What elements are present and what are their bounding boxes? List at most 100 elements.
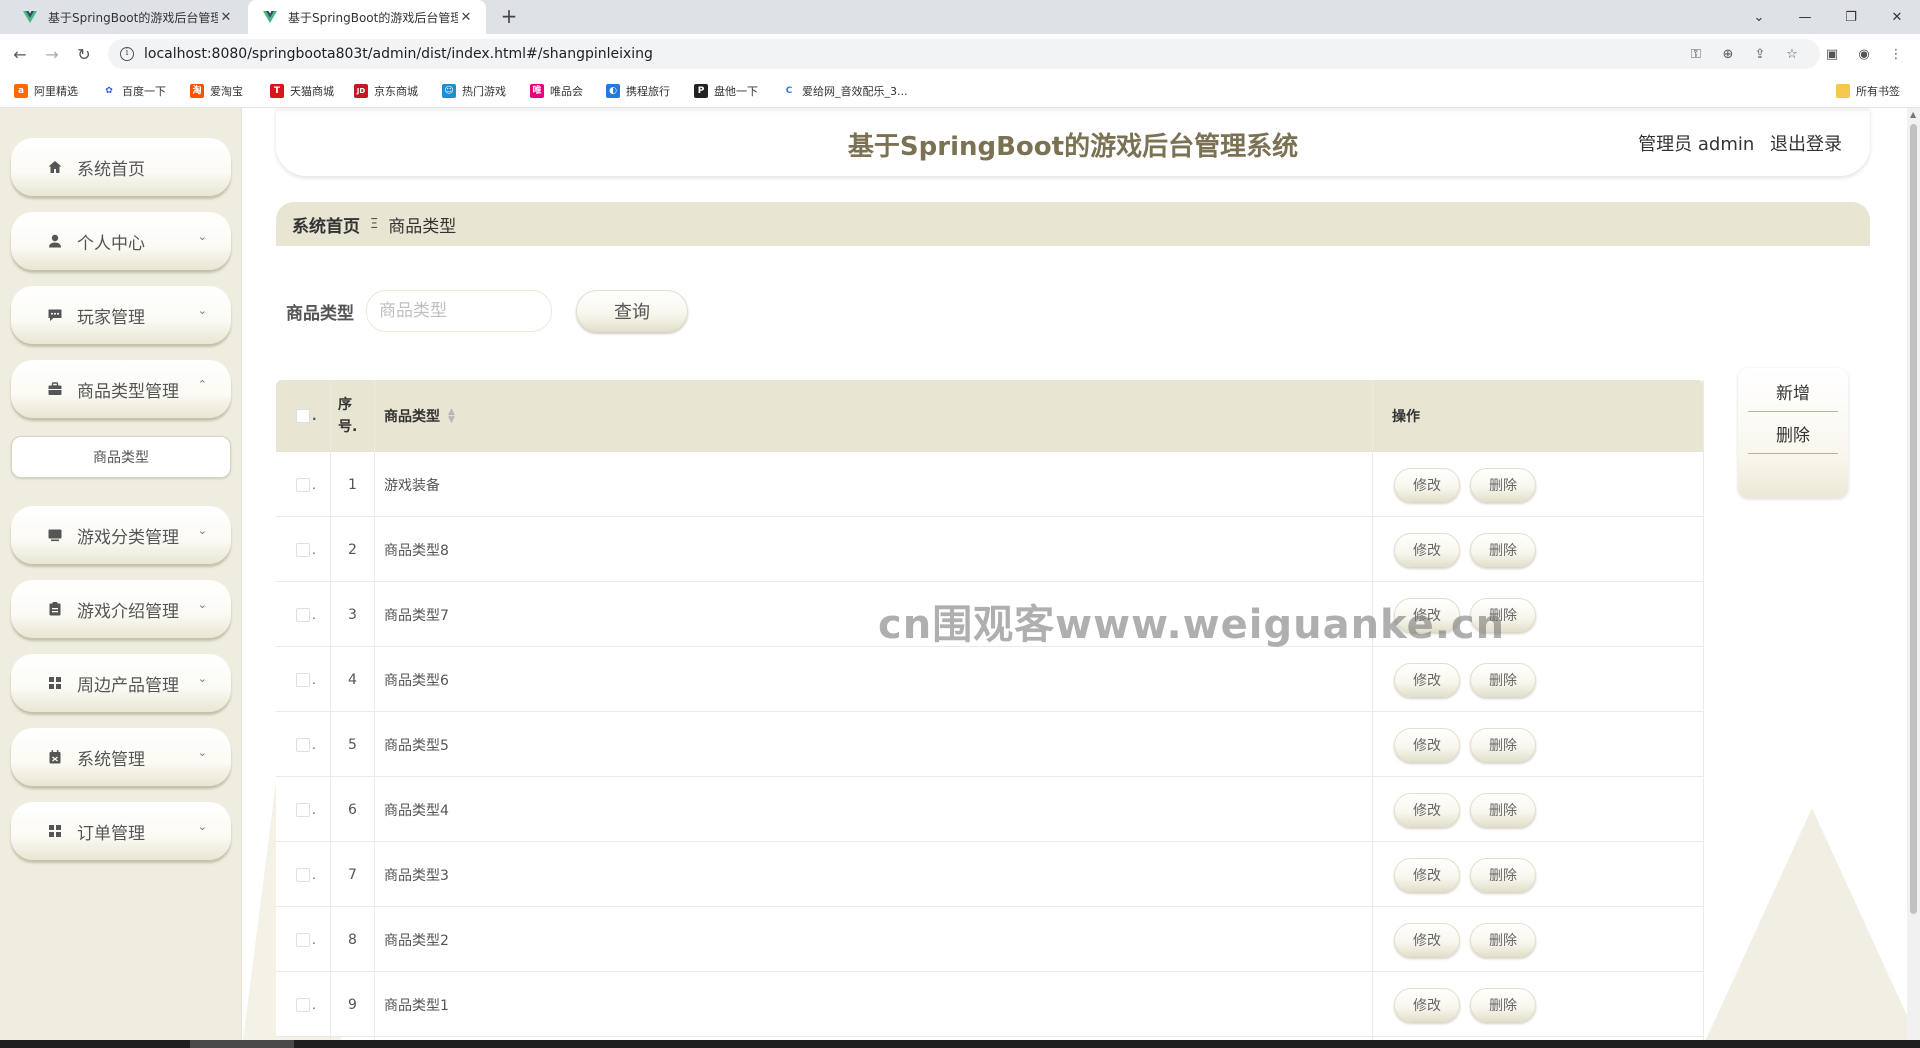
- row-checkbox[interactable]: [296, 737, 310, 752]
- bookmark-favicon-icon: ☺: [442, 84, 456, 98]
- bookmark-item[interactable]: JD 京东商城: [354, 82, 418, 100]
- tab-search-chevron-icon[interactable]: ⌄: [1736, 0, 1782, 34]
- menu-item-game-category[interactable]: 游戏分类管理 ⌄: [11, 506, 231, 564]
- row-checkbox[interactable]: [296, 867, 310, 882]
- edit-button[interactable]: 修改: [1394, 857, 1460, 892]
- delete-button[interactable]: 删除: [1470, 532, 1536, 567]
- menu-item-label: 周边产品管理: [77, 675, 179, 696]
- grid-icon: [47, 675, 63, 691]
- edit-button[interactable]: 修改: [1394, 792, 1460, 827]
- scrollbar-thumb[interactable]: [1910, 124, 1917, 914]
- edit-button[interactable]: 修改: [1394, 727, 1460, 762]
- bookmark-star-icon[interactable]: ☆: [1782, 44, 1802, 64]
- menu-item-label: 个人中心: [77, 233, 145, 254]
- bookmark-item[interactable]: a 阿里精选: [14, 82, 78, 100]
- bookmark-item[interactable]: 淘爱淘宝: [190, 82, 243, 100]
- system-title: 基于SpringBoot的游戏后台管理系统: [847, 132, 1299, 162]
- row-checkbox[interactable]: [296, 607, 310, 622]
- delete-button[interactable]: 删除: [1470, 727, 1536, 762]
- bookmark-item[interactable]: ☺ 热门游戏: [442, 82, 506, 100]
- bookmark-item[interactable]: ✿ 百度一下: [102, 82, 166, 100]
- menu-item-profile[interactable]: 个人中心 ⌄: [11, 212, 231, 270]
- edit-button[interactable]: 修改: [1394, 662, 1460, 697]
- sort-icon[interactable]: ▲ ▼: [448, 408, 455, 425]
- row-checkbox[interactable]: [296, 477, 310, 492]
- key-icon[interactable]: ⚿: [1686, 44, 1706, 64]
- page-header: 基于SpringBoot的游戏后台管理系统 管理员 admin 退出登录: [276, 108, 1870, 176]
- scroll-up-icon[interactable]: ▲: [1910, 110, 1916, 119]
- share-icon[interactable]: ⇪: [1750, 44, 1770, 64]
- delete-button[interactable]: 删除: [1470, 662, 1536, 697]
- all-bookmarks[interactable]: 所有书签: [1836, 82, 1900, 100]
- row-index: 8: [348, 931, 357, 948]
- back-icon[interactable]: ←: [8, 42, 32, 66]
- menu-item-merch[interactable]: 周边产品管理 ⌄: [11, 654, 231, 712]
- bookmark-item[interactable]: C 爱给网_音效配乐_3...: [782, 82, 908, 100]
- zoom-icon[interactable]: ⊕: [1718, 44, 1738, 64]
- forward-icon[interactable]: →: [40, 42, 64, 66]
- delete-button[interactable]: 删除: [1470, 792, 1536, 827]
- more-menu-icon[interactable]: ⋮: [1886, 44, 1906, 64]
- edit-button[interactable]: 修改: [1394, 532, 1460, 567]
- bookmark-item[interactable]: T 天猫商城: [270, 82, 334, 100]
- monitor-icon: [47, 527, 63, 543]
- bookmark-item[interactable]: 唯唯品会: [530, 82, 583, 100]
- address-bar[interactable]: i localhost:8080/springboota803t/admin/d…: [108, 39, 1820, 69]
- row-checkbox[interactable]: [296, 542, 310, 557]
- page-scrollbar[interactable]: ▲: [1907, 108, 1920, 1040]
- browser-tab-1[interactable]: 基于SpringBoot的游戏后台管理 ✕: [8, 0, 246, 34]
- chevron-down-icon: ⌄: [197, 598, 207, 611]
- bookmark-item[interactable]: P 盘他一下: [694, 82, 758, 100]
- row-checkbox[interactable]: [296, 802, 310, 817]
- site-info-icon[interactable]: i: [120, 47, 134, 61]
- menu-item-game-intro[interactable]: 游戏介绍管理 ⌄: [11, 580, 231, 638]
- profile-avatar-icon[interactable]: ◉: [1854, 44, 1874, 64]
- delete-button[interactable]: 删除: [1470, 987, 1536, 1022]
- row-select-cell: .: [296, 452, 316, 517]
- window-close-icon[interactable]: ✕: [1874, 0, 1920, 34]
- breadcrumb-home[interactable]: 系统首页: [292, 212, 360, 237]
- menu-item-players[interactable]: 玩家管理 ⌄: [11, 286, 231, 344]
- row-select-cell: .: [296, 517, 316, 582]
- logout-link[interactable]: 退出登录: [1770, 134, 1842, 155]
- query-button[interactable]: 查询: [576, 290, 688, 332]
- edit-button[interactable]: 修改: [1394, 987, 1460, 1022]
- side-panel-icon[interactable]: ▣: [1822, 44, 1842, 64]
- add-button[interactable]: 新增: [1748, 372, 1838, 412]
- reload-icon[interactable]: ↻: [72, 42, 96, 66]
- browser-tab-2[interactable]: 基于SpringBoot的游戏后台管理 ✕: [248, 0, 486, 34]
- row-product-type: 商品类型8: [384, 542, 449, 559]
- menu-item-system[interactable]: 系统管理 ⌄: [11, 728, 231, 786]
- bookmark-item[interactable]: ◐ 携程旅行: [606, 82, 670, 100]
- new-tab-icon[interactable]: +: [498, 6, 520, 28]
- delete-button[interactable]: 删除: [1470, 922, 1536, 957]
- submenu-item-product-type[interactable]: 商品类型: [11, 436, 231, 478]
- ops-header: 操作: [1392, 409, 1420, 425]
- edit-button[interactable]: 修改: [1394, 467, 1460, 502]
- tab-close-icon[interactable]: ✕: [218, 10, 234, 25]
- row-checkbox[interactable]: [296, 997, 310, 1012]
- minimize-icon[interactable]: —: [1782, 0, 1828, 34]
- all-bookmarks-label: 所有书签: [1856, 85, 1900, 98]
- row-actions: 修改 删除: [1394, 777, 1546, 842]
- edit-button[interactable]: 修改: [1394, 922, 1460, 957]
- bookmark-favicon-icon: ✿: [102, 84, 116, 98]
- tab-close-icon[interactable]: ✕: [458, 10, 474, 25]
- menu-item-orders[interactable]: 订单管理 ⌄: [11, 802, 231, 860]
- row-index: 5: [348, 736, 357, 753]
- taskbar-item[interactable]: [190, 1040, 294, 1048]
- chevron-down-icon: ⌄: [197, 304, 207, 317]
- product-type-search-input[interactable]: [366, 290, 552, 332]
- restore-icon[interactable]: ❐: [1828, 0, 1874, 34]
- row-checkbox[interactable]: [296, 932, 310, 947]
- row-checkbox[interactable]: [296, 672, 310, 687]
- menu-item-home[interactable]: 系统首页: [11, 138, 231, 196]
- menu-item-product-type[interactable]: 商品类型管理 ⌃: [11, 360, 231, 418]
- delete-button[interactable]: 删除: [1470, 467, 1536, 502]
- type-header[interactable]: 商品类型 ▲ ▼: [384, 380, 455, 452]
- delete-button[interactable]: 删除: [1470, 857, 1536, 892]
- menu-item-label: 游戏介绍管理: [77, 601, 179, 622]
- select-all-checkbox[interactable]: [296, 409, 310, 423]
- batch-delete-button[interactable]: 删除: [1748, 414, 1838, 454]
- clipboard-icon: [47, 601, 63, 617]
